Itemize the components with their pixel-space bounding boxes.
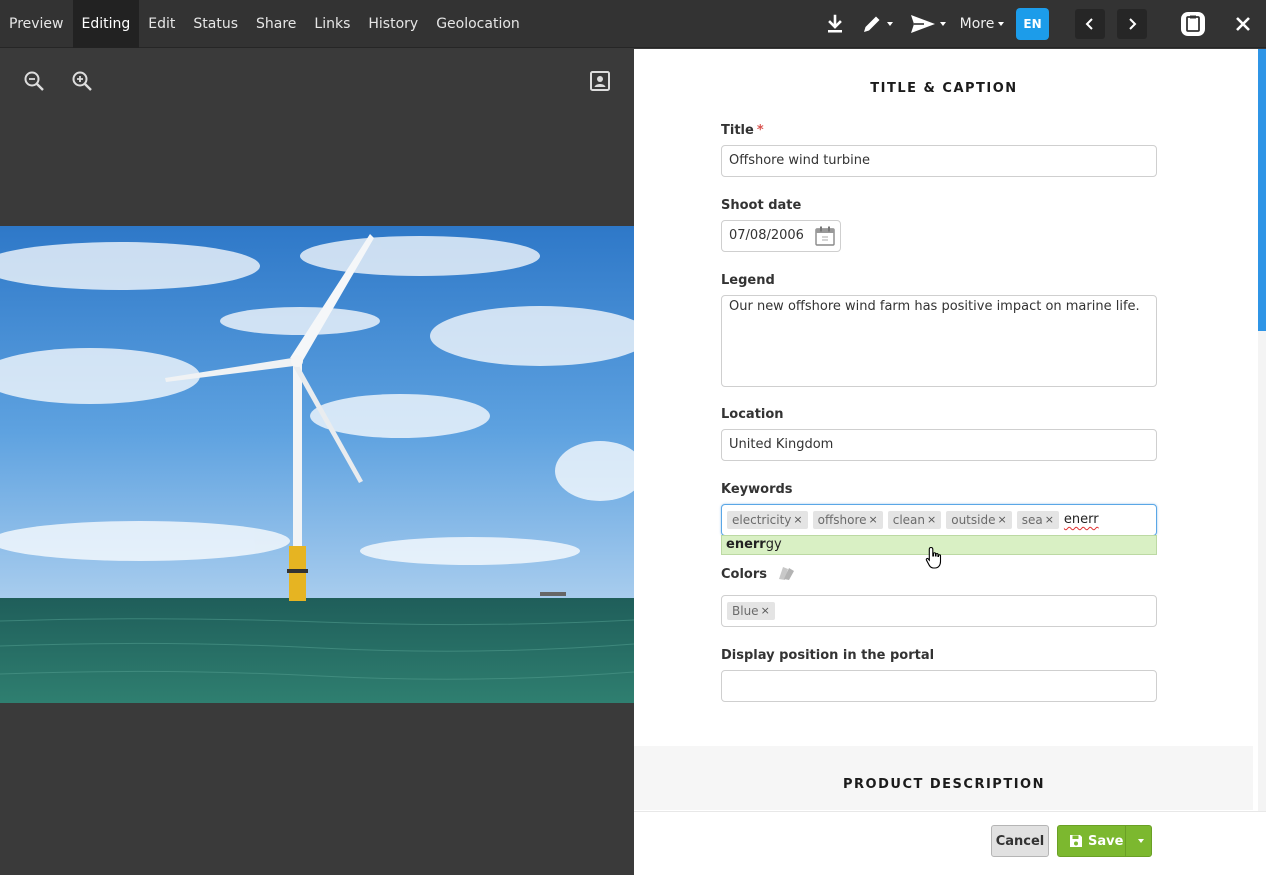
top-toolbar: Preview Editing Edit Status Share Links … (0, 0, 1266, 48)
chevron-down-icon (1137, 839, 1144, 843)
hand-cursor-icon (925, 546, 942, 569)
section-title-title-caption: TITLE & CAPTION (870, 81, 1018, 96)
language-button[interactable]: EN (1016, 8, 1049, 40)
tab-status[interactable]: Status (184, 0, 247, 48)
zoom-out-button[interactable] (22, 69, 46, 93)
zoom-out-icon (24, 71, 44, 91)
send-icon (911, 15, 935, 33)
save-button[interactable]: Save (1058, 826, 1125, 856)
shoot-date-input[interactable]: 07/08/2006 (721, 220, 841, 252)
send-menu-button[interactable] (908, 9, 948, 39)
chevron-left-icon (1085, 18, 1093, 30)
zoom-in-button[interactable] (70, 69, 94, 93)
legend-textarea[interactable]: Our new offshore wind farm has positive … (721, 295, 1157, 387)
colors-input[interactable]: Blue × (721, 595, 1157, 627)
title-label-text: Title (721, 123, 754, 138)
floppy-disk-icon (1070, 835, 1082, 847)
tab-edit[interactable]: Edit (139, 0, 184, 48)
remove-tag-icon[interactable]: × (1045, 511, 1054, 529)
clipboard-button[interactable] (1178, 9, 1208, 39)
clipboard-icon (1181, 12, 1205, 36)
scrollbar-thumb[interactable] (1258, 49, 1266, 331)
tab-history[interactable]: History (359, 0, 427, 48)
scrollbar[interactable] (1258, 49, 1266, 875)
nav-tabs: Preview Editing Edit Status Share Links … (0, 0, 529, 48)
required-mark: * (756, 123, 764, 138)
cancel-button[interactable]: Cancel (991, 825, 1049, 857)
keyword-tag: offshore × (812, 511, 883, 529)
save-label: Save (1088, 833, 1124, 849)
color-tag: Blue × (727, 602, 775, 620)
previous-button[interactable] (1075, 9, 1105, 39)
chevron-right-icon (1129, 18, 1137, 30)
colors-label-text: Colors (721, 567, 768, 582)
image-viewer (0, 49, 634, 875)
tab-links[interactable]: Links (305, 0, 359, 48)
remove-tag-icon[interactable]: × (927, 511, 936, 529)
display-position-input[interactable] (721, 670, 1157, 702)
keyword-tag-label: electricity (732, 513, 792, 527)
chevron-down-icon (940, 22, 946, 26)
more-menu-button[interactable]: More (959, 9, 1005, 39)
keyword-typed-text[interactable]: enerr (1064, 505, 1099, 535)
keyword-tag: clean × (887, 511, 942, 529)
display-position-label: Display position in the portal (721, 648, 935, 663)
keyword-tag-label: outside (951, 513, 996, 527)
footer-actions: Cancel Save (634, 811, 1266, 875)
tab-editing[interactable]: Editing (72, 0, 140, 48)
keywords-input[interactable]: electricity × offshore × clean × outside × s… (721, 504, 1157, 536)
tab-geolocation[interactable]: Geolocation (427, 0, 529, 48)
title-label: Title * (721, 123, 764, 138)
title-input[interactable]: Offshore wind turbine (721, 145, 1157, 177)
color-swatch-icon (778, 567, 794, 580)
keyword-tag: sea × (1016, 511, 1059, 529)
close-icon (1236, 17, 1250, 31)
tab-share[interactable]: Share (247, 0, 305, 48)
keyword-tag: outside × (946, 511, 1012, 529)
photo-offshore-wind-turbine (0, 226, 634, 703)
remove-tag-icon[interactable]: × (997, 511, 1006, 529)
edit-menu-button[interactable] (858, 9, 896, 39)
keyword-tag-label: offshore (817, 513, 867, 527)
save-button-group: Save (1057, 825, 1152, 857)
remove-tag-icon[interactable]: × (761, 602, 770, 620)
remove-tag-icon[interactable]: × (869, 511, 878, 529)
keyword-tag: electricity × (727, 511, 808, 529)
download-button[interactable] (822, 9, 848, 39)
shoot-date-value: 07/08/2006 (729, 228, 804, 243)
color-tag-label: Blue (732, 604, 759, 618)
close-button[interactable] (1229, 9, 1257, 39)
chevron-down-icon (998, 22, 1005, 26)
tab-preview[interactable]: Preview (0, 0, 73, 48)
chevron-down-icon (887, 22, 893, 26)
keyword-tag-label: sea (1021, 513, 1043, 527)
save-options-button[interactable] (1125, 826, 1151, 856)
keyword-tag-label: clean (892, 513, 926, 527)
shoot-date-label: Shoot date (721, 198, 802, 213)
colors-label: Colors (721, 564, 796, 582)
suggestion-rest: gy (765, 537, 782, 552)
calendar-icon[interactable] (814, 225, 836, 247)
toggle-panel-button[interactable] (588, 69, 612, 93)
legend-label: Legend (721, 273, 775, 288)
more-label: More (959, 16, 995, 32)
download-icon (828, 14, 842, 33)
section-title-product-description: PRODUCT DESCRIPTION (843, 777, 1045, 792)
zoom-in-icon (72, 71, 92, 91)
location-input[interactable]: United Kingdom (721, 429, 1157, 461)
portrait-icon (590, 71, 610, 91)
location-label: Location (721, 407, 784, 422)
suggestion-match: enerr (726, 537, 766, 552)
metadata-panel: TITLE & CAPTION Title * Offshore wind tur… (634, 49, 1266, 875)
next-button[interactable] (1117, 9, 1147, 39)
pencil-icon (864, 16, 880, 32)
keywords-label: Keywords (721, 482, 793, 497)
remove-tag-icon[interactable]: × (793, 511, 802, 529)
